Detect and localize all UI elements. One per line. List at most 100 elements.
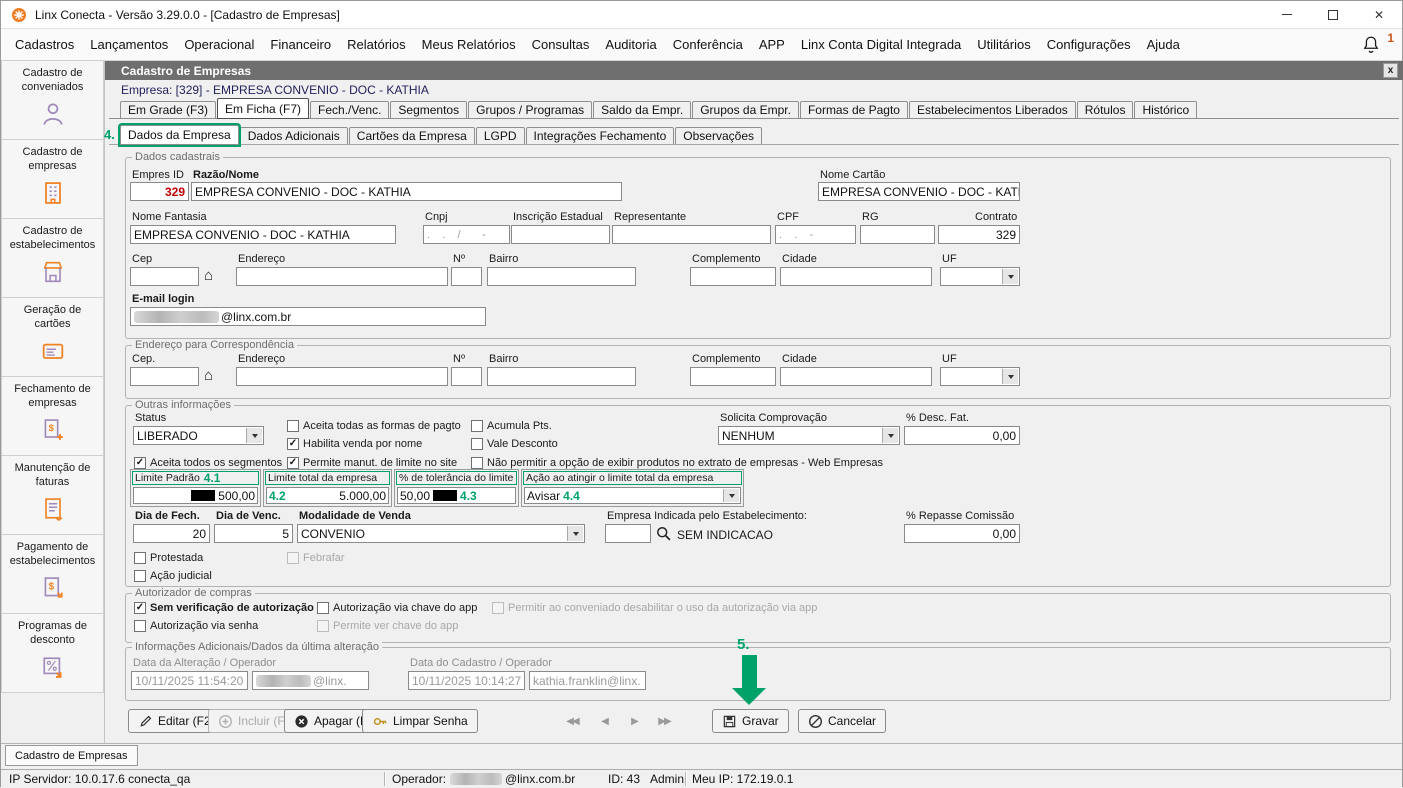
sidebar-item-pagamento-estabelecimentos[interactable]: Pagamento de estabelecimentos $ (1, 534, 104, 614)
status-dropdown-button[interactable] (246, 428, 262, 443)
checkbox-acumula-pts[interactable]: ✓Acumula Pts. (471, 420, 552, 432)
bairro-field[interactable] (487, 267, 636, 286)
dia-venc-field[interactable]: 5 (214, 524, 293, 543)
tab-estabelecimentos-liberados[interactable]: Estabelecimentos Liberados (908, 101, 1076, 119)
menu-relatorios[interactable]: Relatórios (339, 29, 414, 60)
bell-icon[interactable] (1360, 34, 1382, 56)
corresp-uf-dropdown-button[interactable] (1002, 369, 1018, 384)
corresp-endereco-field[interactable] (236, 367, 448, 386)
checkbox-habilita-venda-nome[interactable]: ✓ Habilita venda por nome (287, 438, 422, 450)
representante-field[interactable] (612, 225, 771, 244)
modalidade-dropdown-button[interactable] (567, 526, 583, 541)
checkbox-sem-verificacao[interactable]: ✓ Sem verificação de autorização (134, 602, 314, 614)
tab-em-ficha[interactable]: Em Ficha (F7) (217, 98, 310, 119)
checkbox-acao-judicial[interactable]: ✓Ação judicial (134, 570, 212, 582)
desc-fat-field[interactable]: 0,00 (904, 426, 1020, 445)
nome-fantasia-field[interactable]: EMPRESA CONVENIO - DOC - KATHIA (130, 225, 396, 244)
limite-total-field[interactable]: 4.2 5.000,00 (266, 487, 389, 504)
acao-dropdown-button[interactable] (723, 489, 739, 502)
menu-auditoria[interactable]: Auditoria (597, 29, 664, 60)
tolerancia-field[interactable]: 50,00 4.3 (397, 487, 516, 504)
numero-field[interactable] (451, 267, 482, 286)
corresp-cep-field[interactable] (130, 367, 199, 386)
nav-last-button[interactable]: ▶▶ (651, 709, 677, 733)
menu-utilitarios[interactable]: Utilitários (969, 29, 1038, 60)
nav-next-button[interactable]: ▶ (621, 709, 647, 733)
nav-first-button[interactable]: ◀◀ (559, 709, 585, 733)
menu-app[interactable]: APP (751, 29, 793, 60)
checkbox-aceita-segmentos[interactable]: ✓ Aceita todos os segmentos (134, 457, 282, 469)
menu-lancamentos[interactable]: Lançamentos (82, 29, 176, 60)
gravar-button[interactable]: Gravar (712, 709, 789, 733)
tab-lgpd[interactable]: LGPD (475, 127, 525, 145)
corresp-bairro-field[interactable] (487, 367, 636, 386)
solicita-dropdown-button[interactable] (882, 428, 898, 443)
inscricao-estadual-field[interactable] (511, 225, 610, 244)
endereco-field[interactable] (236, 267, 448, 286)
checkbox-nao-exibir-produtos[interactable]: ✓Não permitir a opção de exibir produtos… (471, 457, 883, 469)
search-icon[interactable] (655, 525, 672, 542)
limpar-senha-button[interactable]: Limpar Senha (362, 709, 478, 733)
dia-fech-field[interactable]: 20 (133, 524, 210, 543)
checkbox-vale-desconto[interactable]: ✓Vale Desconto (471, 438, 558, 450)
menu-configuracoes[interactable]: Configurações (1039, 29, 1139, 60)
cep-field[interactable] (130, 267, 199, 286)
checkbox-aceita-formas-pagto[interactable]: ✓Aceita todas as formas de pagto (287, 420, 461, 432)
tab-dados-adicionais[interactable]: Dados Adicionais (239, 127, 348, 145)
corresp-complemento-field[interactable] (690, 367, 776, 386)
menu-consultas[interactable]: Consultas (524, 29, 598, 60)
tab-fech-venc[interactable]: Fech./Venc. (310, 101, 390, 119)
menu-cadastros[interactable]: Cadastros (7, 29, 82, 60)
tab-grupos-empr[interactable]: Grupos da Empr. (692, 101, 799, 119)
menu-meus-relatorios[interactable]: Meus Relatórios (414, 29, 524, 60)
house-icon[interactable]: ⌂ (204, 268, 213, 283)
sidebar-item-programas-desconto[interactable]: Programas de desconto (1, 613, 104, 693)
cancelar-button[interactable]: Cancelar (798, 709, 887, 733)
sidebar-item-geracao-cartoes[interactable]: Geração de cartões (1, 297, 104, 377)
rg-field[interactable] (860, 225, 935, 244)
checkbox-protestada[interactable]: ✓Protestada (134, 552, 203, 564)
status-select[interactable]: LIBERADO (133, 426, 264, 445)
razao-nome-field[interactable]: EMPRESA CONVENIO - DOC - KATHIA (191, 182, 622, 201)
uf-dropdown-button[interactable] (1002, 269, 1018, 284)
sidebar-item-manutencao-faturas[interactable]: Manutenção de faturas (1, 455, 104, 535)
tab-rotulos[interactable]: Rótulos (1076, 101, 1134, 119)
corresp-numero-field[interactable] (451, 367, 482, 386)
empres-id-field[interactable]: 329 (130, 182, 189, 201)
uf-select[interactable] (940, 267, 1020, 286)
tab-cartoes-empresa[interactable]: Cartões da Empresa (348, 127, 475, 145)
limite-padrao-field[interactable]: 500,00 (133, 487, 258, 504)
bottom-tab-cadastro-empresas[interactable]: Cadastro de Empresas (5, 745, 138, 766)
contrato-field[interactable]: 329 (938, 225, 1020, 244)
menu-operacional[interactable]: Operacional (176, 29, 262, 60)
tab-observacoes[interactable]: Observações (675, 127, 762, 145)
complemento-field[interactable] (690, 267, 776, 286)
email-login-field[interactable]: @linx.com.br (130, 307, 486, 326)
close-button[interactable]: ✕ (1356, 1, 1402, 28)
menu-ajuda[interactable]: Ajuda (1139, 29, 1188, 60)
checkbox-autorizacao-chave-app[interactable]: ✓Autorização via chave do app (317, 602, 477, 614)
tab-historico[interactable]: Histórico (1134, 101, 1198, 119)
sidebar-item-cadastro-estabelecimentos[interactable]: Cadastro de estabelecimentos (1, 218, 104, 298)
tab-grupos-programas[interactable]: Grupos / Programas (468, 101, 593, 119)
tab-segmentos[interactable]: Segmentos (390, 101, 468, 119)
cpf-field[interactable]: . . - (775, 225, 856, 244)
tab-formas-pagto[interactable]: Formas de Pagto (799, 101, 908, 119)
sidebar-item-fechamento-empresas[interactable]: Fechamento de empresas $ (1, 376, 104, 456)
nome-cartao-field[interactable]: EMPRESA CONVENIO - DOC - KATHIA (818, 182, 1020, 201)
checkbox-autorizacao-senha[interactable]: ✓Autorização via senha (134, 620, 258, 632)
minimize-button[interactable] (1264, 1, 1310, 28)
corresp-uf-select[interactable] (940, 367, 1020, 386)
sidebar-item-cadastro-empresas[interactable]: Cadastro de empresas (1, 139, 104, 219)
tab-saldo-empr[interactable]: Saldo da Empr. (593, 101, 692, 119)
empresa-indicada-field[interactable] (605, 524, 651, 543)
menu-conferencia[interactable]: Conferência (665, 29, 751, 60)
corresp-cidade-field[interactable] (780, 367, 932, 386)
panel-close-button[interactable]: x (1383, 63, 1398, 78)
menu-linx-conta-digital[interactable]: Linx Conta Digital Integrada (793, 29, 969, 60)
solicita-comprovacao-select[interactable]: NENHUM (718, 426, 900, 445)
sidebar-item-cadastro-conveniados[interactable]: Cadastro de conveniados (1, 60, 104, 140)
tab-integracoes-fechamento[interactable]: Integrações Fechamento (525, 127, 675, 145)
tab-dados-empresa[interactable]: Dados da Empresa (120, 125, 239, 145)
modalidade-select[interactable]: CONVENIO (297, 524, 585, 543)
